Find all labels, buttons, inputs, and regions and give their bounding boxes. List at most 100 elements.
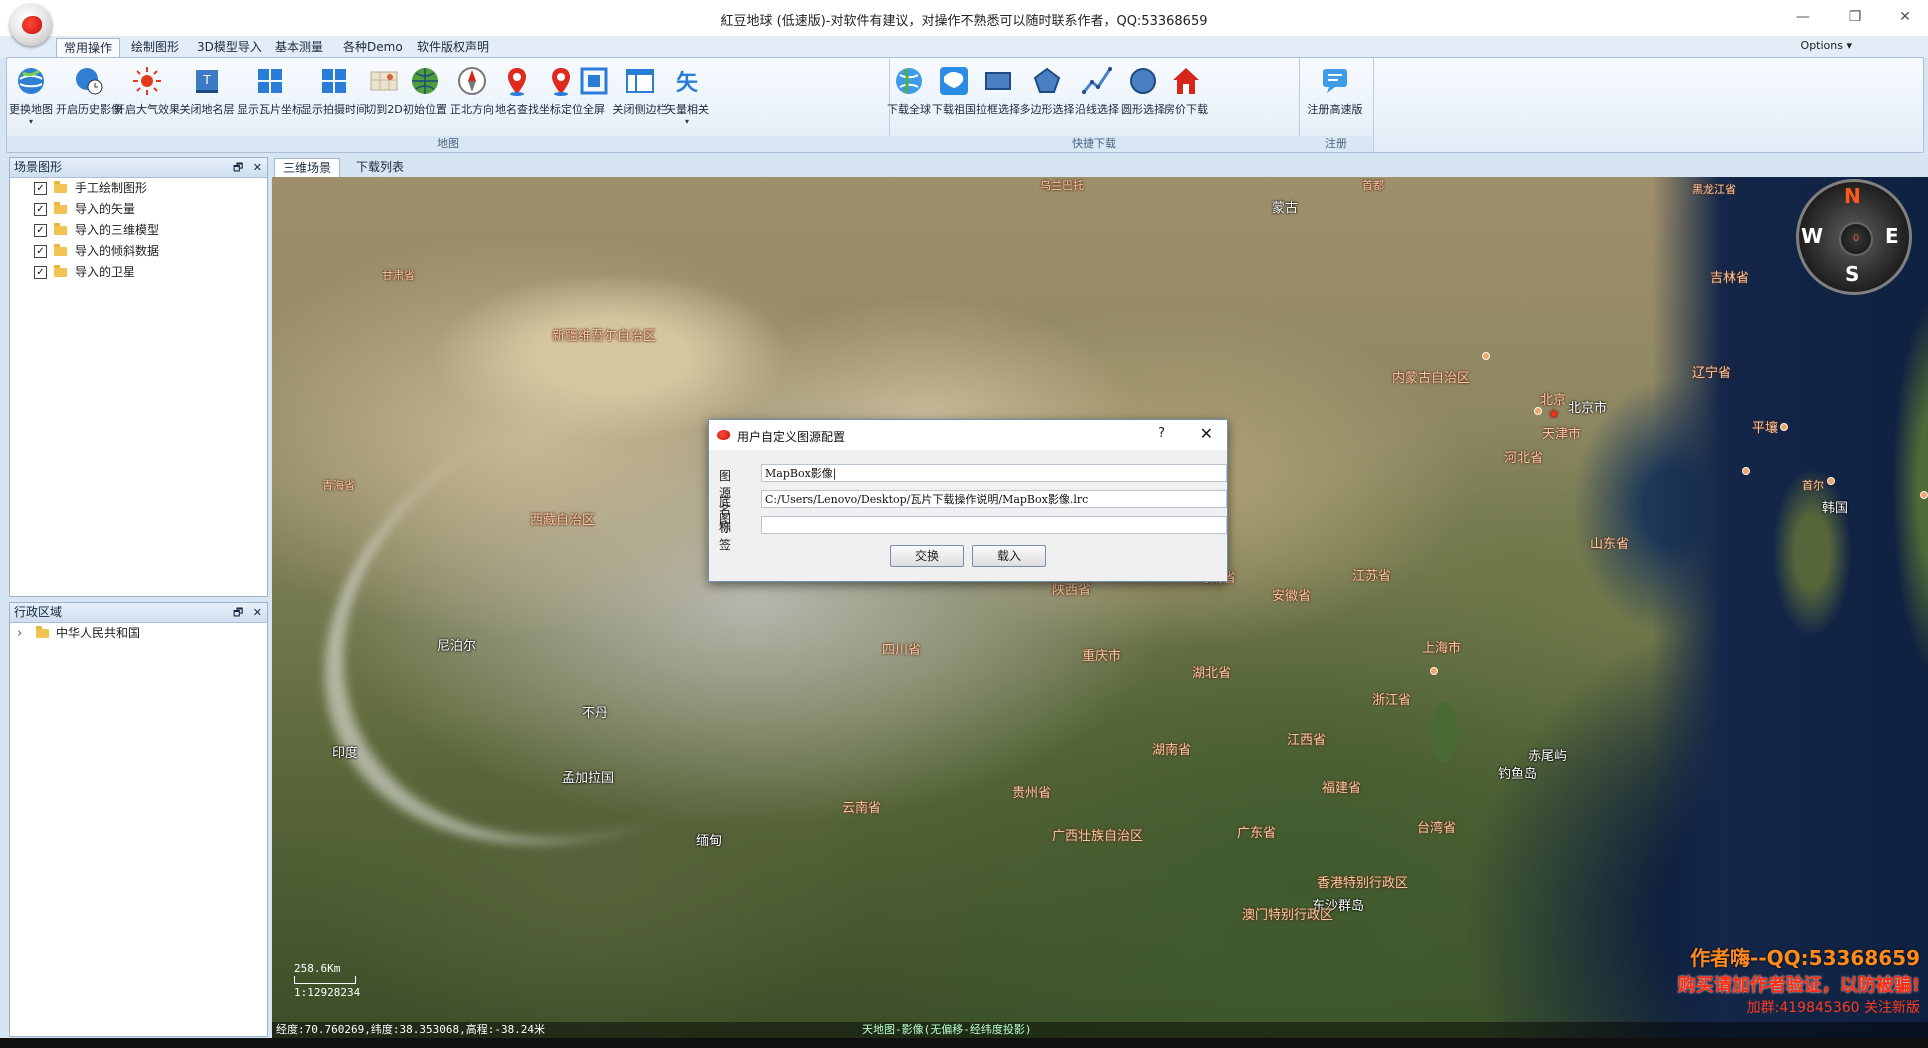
- city-marker-icon[interactable]: [1780, 423, 1788, 431]
- place-name-icon: T: [191, 65, 223, 97]
- ribbon-button[interactable]: 注册高速版: [1305, 61, 1365, 133]
- document-tab-bar: 三维场景 下载列表: [272, 157, 1928, 177]
- ribbon-button[interactable]: 房价下载: [1164, 61, 1208, 133]
- tree-item-label: 导入的矢量: [75, 202, 136, 216]
- maximize-button[interactable]: ❐: [1832, 4, 1878, 30]
- tab-download-list[interactable]: 下载列表: [348, 158, 412, 176]
- tab-common[interactable]: 常用操作: [56, 38, 121, 58]
- panel-close-icon[interactable]: ✕: [253, 161, 262, 174]
- ribbon-button[interactable]: 圆形选择: [1121, 61, 1165, 133]
- island-region: [1432, 702, 1458, 762]
- ribbon-group-register: 注册 注册高速版: [1299, 58, 1374, 152]
- ribbon-button[interactable]: 全屏: [577, 61, 611, 133]
- ribbon-button[interactable]: 矢矢量相关 ▾: [665, 61, 709, 133]
- ribbon-button[interactable]: 下载全球: [887, 61, 931, 133]
- ribbon-button[interactable]: 拉框选择: [976, 61, 1020, 133]
- panel-close-icon[interactable]: ✕: [253, 606, 262, 619]
- tree-item-china[interactable]: › 中华人民共和国: [10, 623, 267, 644]
- compass-tilt-knob[interactable]: 0: [1839, 222, 1873, 256]
- ribbon-button[interactable]: 沿线选择: [1075, 61, 1119, 133]
- map-place-label: 印度: [332, 746, 359, 761]
- grid-icon: [254, 65, 286, 97]
- map-place-label: 西藏自治区: [530, 513, 596, 528]
- dropdown-arrow-icon[interactable]: ▾: [13, 117, 49, 126]
- map-place-label: 韩国: [1822, 501, 1849, 516]
- map-place-label: 山东省: [1590, 537, 1630, 552]
- ribbon-button[interactable]: 初始位置: [403, 61, 447, 133]
- tab-copyright[interactable]: 软件版权声明: [410, 38, 496, 57]
- ribbon-button[interactable]: 正北方向: [450, 61, 494, 133]
- help-button[interactable]: ?: [1158, 426, 1165, 441]
- scale-bar-line: [294, 976, 356, 984]
- tree-item[interactable]: ✓ 导入的倾斜数据: [10, 241, 267, 262]
- tree-item[interactable]: ✓ 导入的卫星: [10, 262, 267, 283]
- checkbox[interactable]: ✓: [34, 245, 47, 258]
- globe-map-view[interactable]: 乌兰巴托蒙古吉林省黑龙江省日本朝鲜辽宁省内蒙古自治区北京北京市天津市河北省平壤首…: [272, 177, 1928, 1038]
- scale-ratio: 1:12928234: [294, 986, 361, 999]
- map-place-label: 钓鱼岛: [1498, 767, 1538, 782]
- city-marker-icon[interactable]: [1742, 467, 1750, 475]
- ribbon-button[interactable]: 下载祖国: [932, 61, 976, 133]
- watermark-line: 购买请加作者验证，以防被骗!: [1677, 975, 1920, 996]
- close-button[interactable]: ✕: [1882, 4, 1928, 30]
- map-place-label: 四川省: [882, 643, 922, 658]
- city-marker-icon[interactable]: [1827, 477, 1835, 485]
- tab-3d-scene[interactable]: 三维场景: [274, 158, 341, 177]
- tree-item-label: 中华人民共和国: [56, 626, 141, 640]
- tree-item[interactable]: ✓ 导入的矢量: [10, 199, 267, 220]
- ribbon-button-label: 关闭地名层: [179, 103, 235, 116]
- ribbon-button[interactable]: 坐标定位: [539, 61, 583, 133]
- scene-panel: 场景图形 🗗 ✕ ✓ 手工绘制图形 ✓ 导入的矢量 ✓ 导入的三维模型 ✓ 导入的倾斜数据 ✓ 导…: [9, 157, 268, 597]
- ribbon-button[interactable]: 切到2D: [365, 61, 403, 133]
- custom-source-dialog: 用户自定义图源配置 ? ✕ 图源名称 MapBox影像| 底图 C:/Users…: [708, 419, 1228, 582]
- panel-float-icon[interactable]: 🗗: [233, 606, 243, 619]
- ribbon-button[interactable]: T 关闭地名层: [179, 61, 235, 133]
- exchange-button[interactable]: 交换: [890, 545, 964, 567]
- ribbon-button[interactable]: 开启历史影像: [56, 61, 122, 133]
- tree-item-label: 导入的三维模型: [75, 223, 160, 237]
- scene-panel-header: 场景图形 🗗 ✕: [10, 158, 267, 178]
- map-place-label: 首都: [1362, 179, 1384, 192]
- grid-icon: [318, 65, 350, 97]
- city-marker-icon[interactable]: [1534, 407, 1542, 415]
- mountain-range: [272, 303, 956, 931]
- ribbon-button[interactable]: 地名查找: [495, 61, 539, 133]
- ribbon-button[interactable]: 开启大气效果: [114, 61, 180, 133]
- compass-widget[interactable]: N S E W 0: [1796, 179, 1912, 295]
- ribbon-group-label: 注册: [1299, 136, 1373, 152]
- source-name-input[interactable]: MapBox影像|: [761, 464, 1227, 482]
- ribbon-button[interactable]: 显示瓦片坐标: [237, 61, 303, 133]
- dialog-close-button[interactable]: ✕: [1200, 424, 1213, 443]
- app-logo-icon[interactable]: [10, 4, 52, 46]
- panel-float-icon[interactable]: 🗗: [233, 161, 243, 174]
- tab-draw[interactable]: 绘制图形: [124, 38, 186, 57]
- house-icon: [1170, 65, 1202, 97]
- map-place-label: 黑龙江省: [1692, 183, 1736, 196]
- ribbon-button[interactable]: 关闭侧边栏: [613, 61, 668, 133]
- city-marker-icon[interactable]: [1920, 491, 1928, 499]
- dropdown-arrow-icon[interactable]: ▾: [667, 117, 707, 126]
- load-button[interactable]: 载入: [972, 545, 1046, 567]
- city-marker-icon[interactable]: [1482, 352, 1490, 360]
- checkbox[interactable]: ✓: [34, 203, 47, 216]
- map-place-label: 赤尾屿: [1528, 749, 1568, 764]
- basemap-path-input[interactable]: C:/Users/Lenovo/Desktop/瓦片下载操作说明/MapBox影…: [761, 490, 1227, 508]
- ribbon-collapse-icon[interactable]: Options ▾: [1801, 39, 1852, 52]
- ribbon-button[interactable]: 更换地图 ▾: [9, 61, 53, 133]
- minimize-button[interactable]: —: [1780, 4, 1826, 30]
- tab-3d-model[interactable]: 3D模型导入: [190, 38, 269, 57]
- expand-chevron-icon[interactable]: ›: [17, 623, 22, 644]
- tree-item[interactable]: ✓ 手工绘制图形: [10, 178, 267, 199]
- ribbon-button[interactable]: 多边形选择: [1020, 61, 1075, 133]
- checkbox[interactable]: ✓: [34, 266, 47, 279]
- city-marker-icon[interactable]: [1430, 667, 1438, 675]
- ribbon-button[interactable]: 显示拍摄时间: [301, 61, 367, 133]
- map-place-label: 天津市: [1542, 427, 1582, 442]
- map-place-label: 平壤: [1752, 421, 1779, 436]
- checkbox[interactable]: ✓: [34, 224, 47, 237]
- tab-demo[interactable]: 各种Demo: [336, 38, 410, 57]
- tree-item[interactable]: ✓ 导入的三维模型: [10, 220, 267, 241]
- label-input[interactable]: [761, 516, 1227, 534]
- checkbox[interactable]: ✓: [34, 182, 47, 195]
- tab-measure[interactable]: 基本测量: [268, 38, 330, 57]
